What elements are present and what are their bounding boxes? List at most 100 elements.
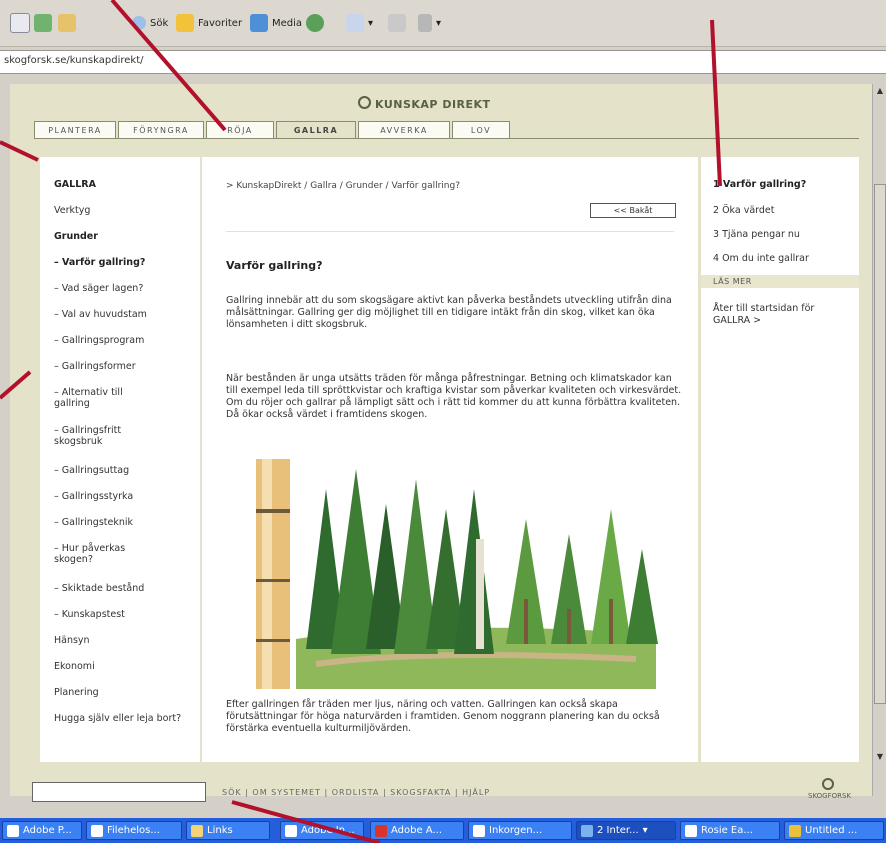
app-icon bbox=[91, 824, 103, 837]
taskbar-item-label: Inkorgen... bbox=[489, 825, 543, 836]
mail-button[interactable]: ▾ bbox=[346, 12, 373, 34]
print-button[interactable] bbox=[388, 12, 406, 34]
article-paragraph-2: När bestånden är unga utsätts träden för… bbox=[226, 373, 682, 420]
app-icon bbox=[685, 824, 697, 837]
stop-icon bbox=[10, 13, 30, 33]
print-icon bbox=[388, 14, 406, 32]
main-tabs: PLANTERA FÖRYNGRA RÖJA GALLRA AVVERKA LO… bbox=[34, 121, 510, 139]
folder-icon bbox=[191, 824, 203, 837]
breadcrumb[interactable]: > KunskapDirekt / Gallra / Grunder / Var… bbox=[226, 181, 460, 191]
right-sidebar: 1 Varför gallring? 2 Öka värdet 3 Tjäna … bbox=[701, 157, 859, 762]
nav-item-hugga-sjalv[interactable]: Hugga själv eller leja bort? bbox=[54, 713, 184, 724]
nav-item-vad-sager-lagen[interactable]: – Vad säger lagen? bbox=[54, 283, 196, 294]
nav-item-gallringsuttag[interactable]: – Gallringsuttag bbox=[54, 465, 196, 476]
read-more-label: LÄS MER bbox=[713, 277, 752, 286]
favorites-label: Favoriter bbox=[198, 17, 243, 29]
nav-item-verktyg[interactable]: Verktyg bbox=[54, 205, 196, 216]
scroll-up-arrow-icon[interactable]: ▲ bbox=[875, 86, 885, 96]
site-brand[interactable]: KUNSKAP DIREKT bbox=[358, 96, 491, 111]
nav-item-varfor-gallring[interactable]: – Varför gallring? bbox=[54, 257, 196, 268]
brand-logo-icon bbox=[358, 96, 371, 109]
taskbar-item-label: Links bbox=[207, 825, 233, 836]
brand-title: KUNSKAP DIREKT bbox=[375, 98, 491, 111]
article-paragraph-1: Gallring innebär att du som skogsägare a… bbox=[226, 295, 672, 330]
stop-button[interactable] bbox=[10, 12, 30, 34]
taskbar-item[interactable]: Rosie Ea... bbox=[680, 821, 780, 840]
nav-item-planering[interactable]: Planering bbox=[54, 687, 196, 698]
nav-item-grunder[interactable]: Grunder bbox=[54, 231, 196, 242]
app-icon bbox=[7, 824, 19, 837]
left-navigation: GALLRA Verktyg Grunder – Varför gallring… bbox=[40, 157, 200, 762]
taskbar-item[interactable]: Inkorgen... bbox=[468, 821, 572, 840]
taskbar-item-label: 2 Inter... bbox=[597, 825, 639, 836]
taskbar-item[interactable]: Adobe In... bbox=[280, 821, 364, 840]
tab-foryngra[interactable]: FÖRYNGRA bbox=[118, 121, 204, 138]
address-url: skogforsk.se/kunskapdirekt/ bbox=[4, 55, 144, 66]
back-button[interactable]: << Bakåt bbox=[590, 203, 676, 218]
media-button[interactable]: Media bbox=[250, 12, 302, 34]
nav-item-gallringsprogram[interactable]: – Gallringsprogram bbox=[54, 335, 196, 346]
nav-item-hur-paverkas-skogen[interactable]: – Hur påverkas skogen? bbox=[54, 543, 154, 565]
home-button[interactable] bbox=[58, 12, 76, 34]
nav-item-skiktade-bestand[interactable]: – Skiktade bestånd bbox=[54, 583, 196, 594]
chapter-link-2[interactable]: 2 Öka värdet bbox=[713, 205, 775, 216]
nav-item-gallringsformer[interactable]: – Gallringsformer bbox=[54, 361, 196, 372]
nav-item-alternativ-till-gallring[interactable]: – Alternativ till gallring bbox=[54, 387, 154, 409]
article-content: > KunskapDirekt / Gallra / Grunder / Var… bbox=[202, 157, 698, 762]
chapter-link-4[interactable]: 4 Om du inte gallrar bbox=[713, 253, 809, 264]
taskbar-item[interactable]: Untitled ... bbox=[784, 821, 884, 840]
mail-icon bbox=[473, 824, 485, 837]
media-icon bbox=[250, 14, 268, 32]
edit-button[interactable]: ▾ bbox=[418, 12, 441, 34]
ie-icon bbox=[581, 824, 593, 837]
footer-logo-text: SKOGFORSK bbox=[808, 792, 852, 800]
forest-thinning-illustration bbox=[226, 449, 666, 689]
chapter-link-3[interactable]: 3 Tjäna pengar nu bbox=[713, 229, 800, 240]
nav-item-gallringsfritt-skogsbruk[interactable]: – Gallringsfritt skogsbruk bbox=[54, 425, 154, 447]
nav-item-hansyn[interactable]: Hänsyn bbox=[54, 635, 196, 646]
taskbar-item-label: Filehelos... bbox=[107, 825, 160, 836]
chapter-link-1[interactable]: 1 Varför gallring? bbox=[713, 179, 806, 190]
adobe-icon bbox=[375, 824, 387, 837]
media-label: Media bbox=[272, 17, 303, 29]
app-icon bbox=[285, 824, 297, 837]
favorites-button[interactable]: Favoriter bbox=[176, 12, 242, 34]
tab-roja[interactable]: RÖJA bbox=[206, 121, 274, 138]
tab-plantera[interactable]: PLANTERA bbox=[34, 121, 116, 138]
nav-item-ekonomi[interactable]: Ekonomi bbox=[54, 661, 196, 672]
taskbar-item[interactable]: Links bbox=[186, 821, 270, 840]
taskbar-item-label: Rosie Ea... bbox=[701, 825, 753, 836]
taskbar-item[interactable]: Adobe P... bbox=[2, 821, 82, 840]
star-icon bbox=[176, 14, 194, 32]
edit-icon bbox=[418, 14, 432, 32]
divider bbox=[226, 231, 674, 232]
tab-gallra[interactable]: GALLRA bbox=[276, 121, 356, 138]
nav-item-gallringsteknik[interactable]: – Gallringsteknik bbox=[54, 517, 196, 528]
search-input[interactable] bbox=[32, 782, 206, 802]
footer-logo[interactable]: SKOGFORSK bbox=[808, 778, 852, 800]
nav-section-title[interactable]: GALLRA bbox=[54, 179, 196, 190]
taskbar-item[interactable]: Filehelos... bbox=[86, 821, 182, 840]
scroll-down-arrow-icon[interactable]: ▼ bbox=[875, 752, 885, 762]
taskbar-item-label: Adobe In... bbox=[301, 825, 355, 836]
history-button[interactable] bbox=[306, 12, 324, 34]
nav-item-kunskapstest[interactable]: – Kunskapstest bbox=[54, 609, 196, 620]
search-label: Sök bbox=[150, 17, 169, 29]
vertical-scrollbar[interactable]: ▲ ▼ bbox=[872, 84, 886, 796]
nav-item-val-av-huvudstam[interactable]: – Val av huvudstam bbox=[54, 309, 196, 320]
tab-divider bbox=[34, 138, 859, 139]
taskbar-item[interactable]: Adobe A... bbox=[370, 821, 464, 840]
read-more-header: LÄS MER bbox=[701, 275, 859, 288]
address-bar[interactable]: skogforsk.se/kunskapdirekt/ bbox=[0, 50, 886, 74]
search-button[interactable]: Sök bbox=[132, 12, 168, 34]
app-icon bbox=[789, 824, 801, 837]
refresh-button[interactable] bbox=[34, 12, 52, 34]
tab-lov[interactable]: LOV bbox=[452, 121, 510, 138]
taskbar-item-active[interactable]: 2 Inter... ▾ bbox=[576, 821, 676, 840]
nav-item-gallringsstyrka[interactable]: – Gallringsstyrka bbox=[54, 491, 196, 502]
page-title: Varför gallring? bbox=[226, 259, 323, 272]
tab-avverka[interactable]: AVVERKA bbox=[358, 121, 450, 138]
back-to-start-link[interactable]: Åter till startsidan för GALLRA > bbox=[713, 303, 843, 327]
scroll-thumb[interactable] bbox=[874, 184, 886, 704]
footer-links[interactable]: SÖK | OM SYSTEMET | ORDLISTA | SKOGSFAKT… bbox=[222, 788, 490, 797]
